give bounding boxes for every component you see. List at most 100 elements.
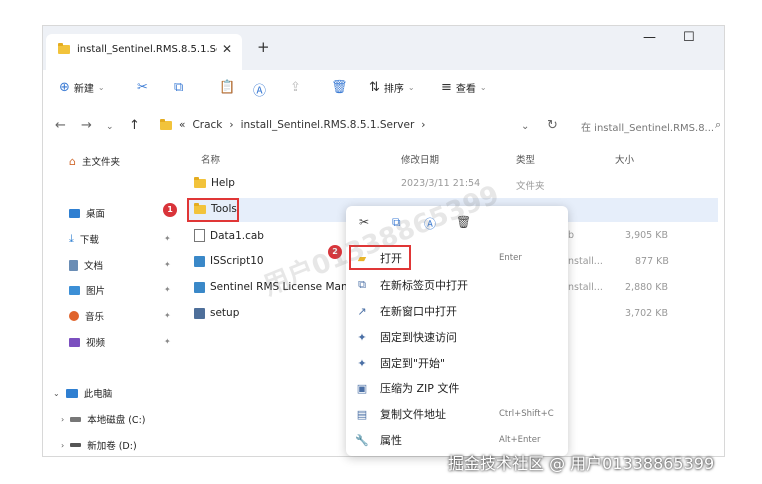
- view-button[interactable]: ≡ 查看 ⌄: [441, 80, 487, 95]
- menu-item-pin-quick-access[interactable]: ✦ 固定到快速访问: [354, 326, 564, 348]
- address-bar-row: ← → ⌄ ↑ « Crack › install_Sentinel.RMS.8…: [43, 106, 724, 146]
- chevron-down-icon: ⌄: [479, 83, 487, 92]
- file-name-label: setup: [210, 307, 240, 319]
- refresh-icon[interactable]: ↻: [547, 118, 558, 133]
- column-header-name[interactable]: 名称: [201, 152, 220, 166]
- forward-icon[interactable]: →: [81, 118, 92, 133]
- file-type: nstall...: [568, 256, 603, 267]
- column-header-type[interactable]: 类型: [516, 152, 535, 166]
- file-name: ISScript10: [194, 255, 264, 267]
- close-tab-icon[interactable]: ✕: [222, 42, 232, 56]
- new-button[interactable]: ⊕ 新建 ⌄: [59, 80, 105, 95]
- sidebar-item-desktop[interactable]: 桌面: [69, 206, 105, 220]
- menu-item-open-new-window[interactable]: ↗ 在新窗口中打开: [354, 300, 564, 322]
- sidebar-item-label: 音乐: [85, 312, 105, 323]
- picture-icon: [69, 285, 80, 295]
- pin-icon: ✦: [164, 234, 171, 243]
- search-icon[interactable]: ⌕: [715, 118, 721, 132]
- sort-icon: ⇅: [369, 80, 380, 95]
- recent-chevron-icon[interactable]: ⌄: [106, 122, 114, 132]
- title-bar: install_Sentinel.RMS.8.5.1.Server ✕ + — …: [43, 26, 724, 70]
- menu-item-label: 固定到快速访问: [380, 331, 457, 344]
- breadcrumb-separator: ›: [421, 119, 426, 131]
- sidebar-item-drive-d[interactable]: › 新加卷 (D:): [61, 438, 137, 453]
- chevron-down-icon: ⌄: [53, 388, 60, 398]
- new-label: 新建: [73, 84, 94, 95]
- file-type: b: [568, 230, 575, 241]
- installer-icon: [194, 281, 205, 293]
- paste-icon[interactable]: 📋: [219, 80, 235, 95]
- folder-icon: [160, 118, 172, 130]
- sidebar-item-label: 桌面: [86, 209, 106, 220]
- menu-item-label: 在新标签页中打开: [380, 279, 468, 292]
- sidebar-item-documents[interactable]: 文档: [69, 258, 103, 272]
- breadcrumb-install-folder[interactable]: install_Sentinel.RMS.8.5.1.Server: [241, 119, 415, 131]
- footer-credit: 掘金技术社区 @ 用户01338865399: [448, 454, 715, 473]
- view-icon: ≡: [441, 80, 452, 95]
- search-input[interactable]: 在 install_Sentinel.RMS.8...: [581, 119, 714, 134]
- file-name: Data1.cab: [194, 229, 264, 242]
- tab-install-folder[interactable]: install_Sentinel.RMS.8.5.1.Server ✕: [46, 34, 242, 70]
- chevron-down-icon: ⌄: [97, 83, 105, 92]
- file-size: 2,880 KB: [625, 282, 668, 293]
- cut-icon[interactable]: ✂: [137, 80, 148, 95]
- up-icon[interactable]: ↑: [129, 118, 140, 133]
- share-icon[interactable]: ⇪: [290, 80, 301, 95]
- sidebar-item-label: 图片: [86, 286, 106, 297]
- minimize-button[interactable]: —: [643, 30, 656, 45]
- sort-button[interactable]: ⇅ 排序 ⌄: [369, 80, 415, 95]
- sidebar-item-this-pc[interactable]: ⌄ 此电脑: [53, 386, 112, 400]
- maximize-button[interactable]: ☐: [683, 30, 695, 45]
- sidebar-item-videos[interactable]: 视频: [69, 335, 105, 349]
- menu-item-label: 复制文件地址: [380, 408, 446, 421]
- menu-item-copy-path[interactable]: ▤ 复制文件地址 Ctrl+Shift+C: [354, 403, 564, 425]
- file-size: 877 KB: [635, 256, 669, 267]
- sidebar-item-label: 主文件夹: [81, 157, 120, 168]
- sidebar-item-label: 下载: [79, 235, 99, 246]
- sort-label: 排序: [383, 84, 404, 95]
- menu-item-open-new-tab[interactable]: ⧉ 在新标签页中打开: [354, 274, 564, 296]
- copy-icon[interactable]: ⧉: [174, 80, 183, 95]
- menu-item-label: 固定到"开始": [380, 357, 446, 370]
- column-header-modified[interactable]: 修改日期: [401, 152, 439, 166]
- home-icon: ⌂: [69, 154, 76, 168]
- sidebar-item-label: 文档: [84, 261, 104, 272]
- sidebar-item-label: 本地磁盘 (C:): [87, 415, 146, 426]
- folder-icon: [58, 43, 70, 54]
- chevron-right-icon: ›: [61, 440, 65, 450]
- breadcrumb-crack[interactable]: Crack: [192, 119, 222, 131]
- sidebar-item-downloads[interactable]: ⤓ 下载: [69, 232, 99, 246]
- file-size: 3,702 KB: [625, 308, 668, 319]
- file-icon: [194, 229, 205, 242]
- rename-icon[interactable]: Ⓐ: [253, 80, 266, 99]
- file-name-label: ISScript10: [210, 255, 264, 267]
- sidebar-item-pictures[interactable]: 图片: [69, 283, 105, 297]
- column-header-size[interactable]: 大小: [615, 152, 634, 166]
- menu-item-properties[interactable]: 🔧 属性 Alt+Enter: [354, 429, 564, 451]
- file-name-label: Data1.cab: [210, 229, 264, 242]
- sidebar-item-label: 此电脑: [83, 389, 113, 400]
- file-type: nstall...: [568, 282, 603, 293]
- menu-item-compress-zip[interactable]: ▣ 压缩为 ZIP 文件: [354, 377, 564, 399]
- sidebar-item-music[interactable]: 音乐: [69, 309, 104, 323]
- menu-item-pin-start[interactable]: ✦ 固定到"开始": [354, 352, 564, 374]
- drive-icon: [70, 443, 82, 447]
- chevron-right-icon: ›: [61, 414, 65, 424]
- new-tab-button[interactable]: +: [257, 38, 270, 56]
- breadcrumb[interactable]: « Crack › install_Sentinel.RMS.8.5.1.Ser…: [160, 118, 426, 131]
- folder-icon: [194, 176, 206, 188]
- file-name-label: Help: [211, 177, 235, 189]
- installer-icon: [194, 255, 205, 267]
- sidebar-item-home[interactable]: ⌂ 主文件夹: [69, 154, 120, 169]
- step-badge-1: 1: [163, 203, 177, 217]
- breadcrumb-overflow[interactable]: «: [179, 119, 185, 131]
- desktop-icon: [69, 208, 80, 218]
- sidebar-item-drive-c[interactable]: › 本地磁盘 (C:): [61, 412, 146, 427]
- pin-icon: ✦: [357, 330, 367, 344]
- file-size: 3,905 KB: [625, 230, 668, 241]
- menu-item-shortcut: Ctrl+Shift+C: [499, 409, 554, 419]
- pin-icon: ✦: [164, 337, 171, 346]
- back-icon[interactable]: ←: [55, 118, 66, 133]
- delete-icon[interactable]: 🗑: [331, 80, 348, 95]
- address-dropdown-icon[interactable]: ⌄: [521, 121, 529, 132]
